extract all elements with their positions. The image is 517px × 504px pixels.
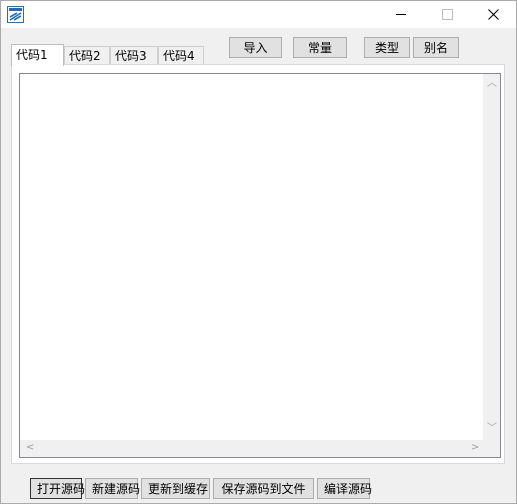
scroll-right-icon[interactable]: > xyxy=(471,443,479,453)
scroll-up-icon[interactable]: ︿ xyxy=(487,79,497,89)
import-button[interactable]: 导入 xyxy=(229,37,282,58)
scrollbar-corner xyxy=(483,440,500,457)
close-button[interactable] xyxy=(470,1,516,28)
horizontal-scrollbar[interactable]: < > xyxy=(20,440,483,457)
app-document-icon xyxy=(7,6,24,23)
minimize-button[interactable] xyxy=(378,1,424,28)
constant-button[interactable]: 常量 xyxy=(293,37,347,58)
scroll-down-icon[interactable]: ﹀ xyxy=(487,424,497,434)
title-bar[interactable] xyxy=(1,1,516,28)
code-tab-bar: 代码1 代码2 代码3 代码4 xyxy=(11,44,211,66)
tab-code-2[interactable]: 代码2 xyxy=(64,46,110,65)
minimize-icon xyxy=(396,14,406,15)
tab-code-4[interactable]: 代码4 xyxy=(158,46,204,65)
type-button[interactable]: 类型 xyxy=(364,37,410,58)
vertical-scrollbar[interactable]: ︿ ﹀ xyxy=(483,74,500,440)
close-icon xyxy=(487,9,499,20)
editor-text[interactable] xyxy=(22,76,481,438)
alias-button[interactable]: 别名 xyxy=(413,37,459,58)
new-source-button[interactable]: 新建源码 xyxy=(85,478,140,499)
update-cache-button[interactable]: 更新到缓存 xyxy=(141,478,210,499)
source-code-editor[interactable]: ︿ ﹀ < > xyxy=(19,73,501,458)
scroll-left-icon[interactable]: < xyxy=(26,443,34,453)
app-window: 导入 常量 类型 别名 代码1 代码2 代码3 代码4 ︿ ﹀ < > 打开源码… xyxy=(0,0,517,504)
tab-code-3[interactable]: 代码3 xyxy=(110,46,158,65)
compile-button[interactable]: 编译源码 xyxy=(317,478,372,499)
tab-code-1[interactable]: 代码1 xyxy=(11,44,64,66)
save-to-file-button[interactable]: 保存源码到文件 xyxy=(213,478,314,499)
maximize-icon xyxy=(441,9,453,20)
open-source-button[interactable]: 打开源码 xyxy=(30,478,85,499)
maximize-button[interactable] xyxy=(424,1,470,28)
